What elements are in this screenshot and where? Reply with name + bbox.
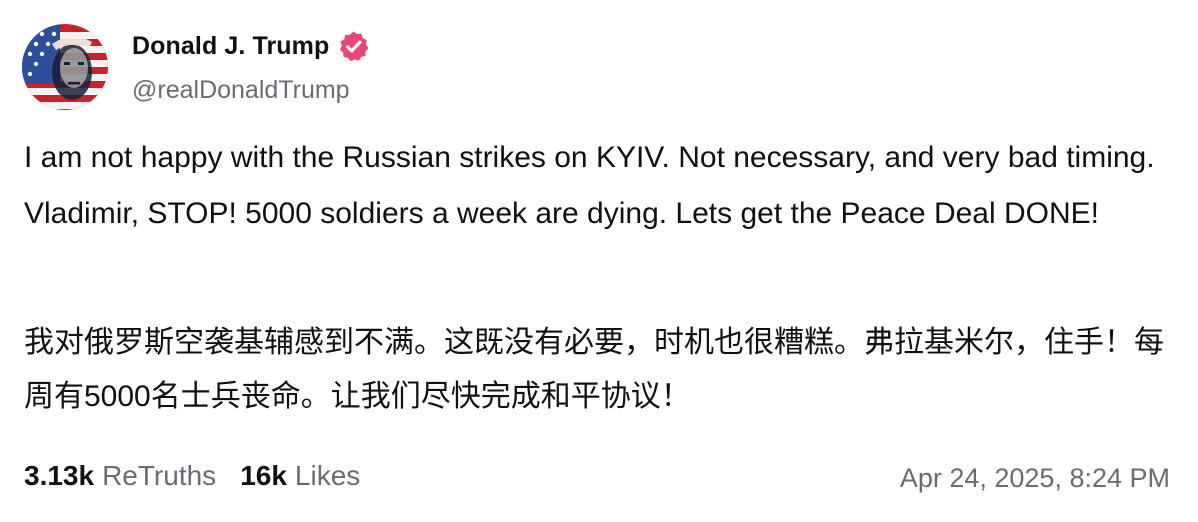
post-stats: 3.13k ReTruths 16k Likes bbox=[24, 460, 384, 492]
retruths-count: 3.13k bbox=[24, 460, 95, 491]
post-text-chinese: 我对俄罗斯空袭基辅感到不满。这既没有必要，时机也很糟糕。弗拉基米尔，住手！每周有… bbox=[24, 326, 1164, 413]
author-display-name[interactable]: Donald J. Trump bbox=[132, 32, 329, 61]
retruths-stat[interactable]: 3.13k ReTruths bbox=[24, 460, 216, 492]
likes-label: Likes bbox=[294, 460, 361, 491]
post-text-english: I am not happy with the Russian strikes … bbox=[24, 141, 1155, 230]
retruths-label: ReTruths bbox=[102, 460, 217, 491]
verified-badge-icon bbox=[340, 31, 369, 62]
author-name-row: Donald J. Trump bbox=[132, 30, 370, 63]
avatar-flag-portrait-icon bbox=[22, 24, 108, 110]
author-handle[interactable]: @realDonaldTrump bbox=[132, 76, 350, 105]
author-avatar[interactable] bbox=[22, 24, 108, 110]
likes-stat[interactable]: 16k Likes bbox=[240, 460, 360, 492]
likes-count: 16k bbox=[240, 460, 287, 491]
truth-post: Donald J. Trump @realDonaldTrump I am no… bbox=[0, 0, 1198, 522]
post-timestamp[interactable]: Apr 24, 2025, 8:24 PM bbox=[900, 463, 1170, 494]
